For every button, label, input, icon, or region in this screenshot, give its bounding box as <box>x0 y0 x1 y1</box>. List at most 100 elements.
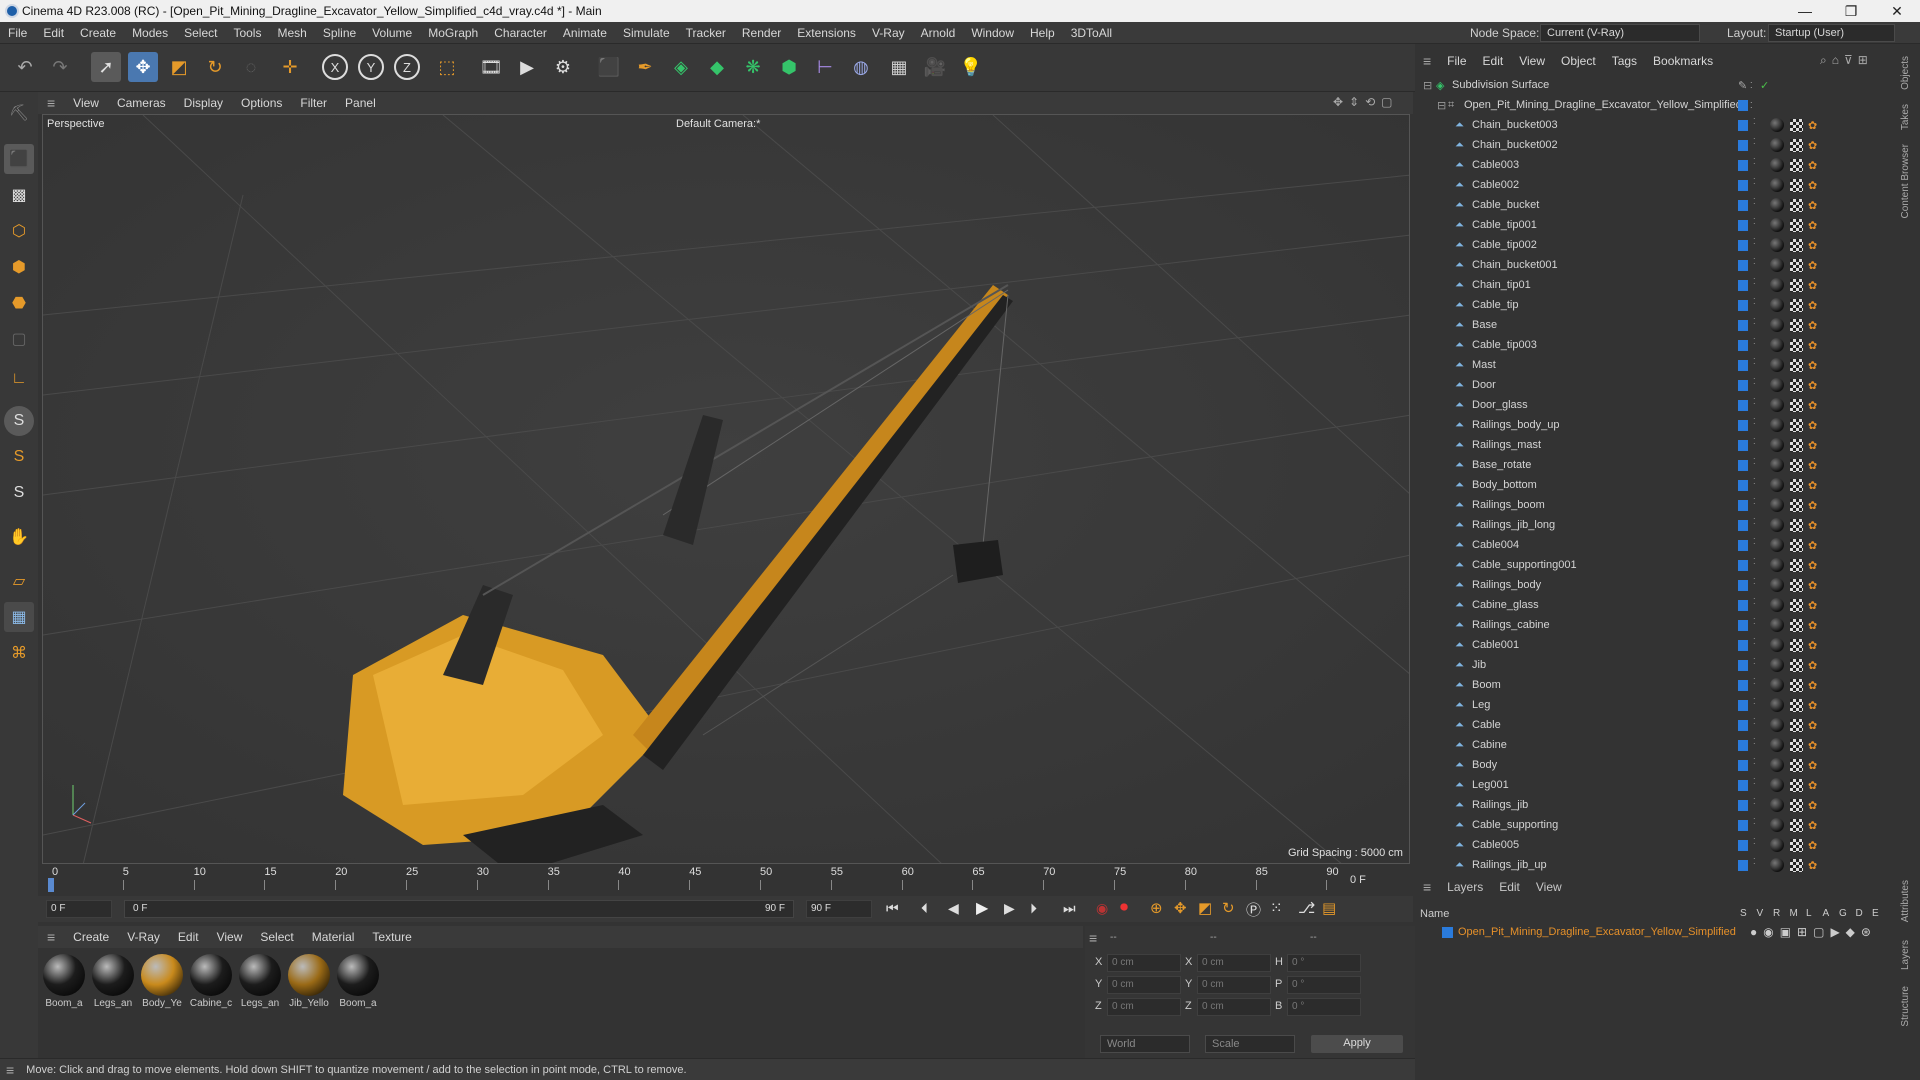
live-selection-icon[interactable]: ➚ <box>91 52 121 82</box>
menu-extensions[interactable]: Extensions <box>789 26 864 40</box>
3d-viewport[interactable]: Perspective Default Camera:* Grid Spacin… <box>42 114 1410 864</box>
object-row[interactable]: ⏶ Cable ⁚ ✿ <box>1420 715 1890 735</box>
layer-color-swatch[interactable] <box>1738 759 1748 771</box>
layer-color-swatch[interactable] <box>1738 199 1748 211</box>
grid-workplane-icon[interactable]: ▦ <box>4 602 34 632</box>
vray-tag-icon[interactable]: ✿ <box>1808 539 1817 552</box>
coord-value-field[interactable]: 0 cm <box>1197 976 1271 994</box>
material-tag-icon[interactable] <box>1770 238 1784 252</box>
snap-settings-icon[interactable]: S <box>4 442 34 472</box>
frame-range-slider[interactable]: 0 F 90 F <box>124 900 794 918</box>
menu-simulate[interactable]: Simulate <box>615 26 678 40</box>
vray-tag-icon[interactable]: ✿ <box>1808 479 1817 492</box>
vray-tag-icon[interactable]: ✿ <box>1808 439 1817 452</box>
material-tag-icon[interactable] <box>1770 658 1784 672</box>
layer-color-swatch[interactable] <box>1738 459 1748 471</box>
autokey-icon[interactable]: ⏺ <box>1120 899 1128 917</box>
visibility-dots[interactable]: ⁚ <box>1750 101 1753 110</box>
viewport-menu-display[interactable]: Display <box>175 96 232 110</box>
visibility-dots[interactable]: ⁚ <box>1753 198 1757 211</box>
object-row[interactable]: ⏶ Boom ⁚ ✿ <box>1420 675 1890 695</box>
light-bulb-icon[interactable]: 💡 <box>956 52 986 82</box>
rotation-key-icon[interactable]: ↻ <box>1222 899 1235 917</box>
texture-tag-icon[interactable] <box>1790 438 1803 452</box>
coordinate-system-icon[interactable]: ⬚ <box>432 52 462 82</box>
texture-tag-icon[interactable] <box>1790 498 1803 512</box>
layers-menu-layers[interactable]: Layers <box>1439 880 1491 894</box>
timeline-ruler[interactable]: 0 F 0 5 10 15 20 25 30 35 40 45 50 55 60 65 70 75 80 85 90 <box>38 864 1413 896</box>
material-tag-icon[interactable] <box>1770 418 1784 432</box>
visibility-dots[interactable]: ⁚ <box>1753 438 1757 451</box>
visibility-dots[interactable]: ⁚ <box>1753 558 1757 571</box>
locked-workplane-icon[interactable]: ⌘ <box>4 638 34 668</box>
texture-tag-icon[interactable] <box>1790 858 1803 872</box>
edge-mode-icon[interactable]: ⬢ <box>4 252 34 282</box>
menu-help[interactable]: Help <box>1022 26 1063 40</box>
visibility-dots[interactable]: ⁚ <box>1753 158 1757 171</box>
layer-color-swatch[interactable] <box>1738 99 1748 111</box>
vray-tag-icon[interactable]: ✿ <box>1808 239 1817 252</box>
layer-color-swatch[interactable] <box>1738 319 1748 331</box>
side-tab-structure[interactable]: Structure <box>1900 986 1920 1027</box>
vray-tag-icon[interactable]: ✿ <box>1808 139 1817 152</box>
object-row[interactable]: ⏶ Cable_supporting001 ⁚ ✿ <box>1420 555 1890 575</box>
side-tab-layers[interactable]: Layers <box>1900 940 1920 970</box>
side-tab-objects[interactable]: Objects <box>1900 56 1920 90</box>
viewport-navigation-icons[interactable]: ✥⇕⟲▢ <box>1333 95 1399 109</box>
viewport-camera-label[interactable]: Default Camera:* <box>676 118 760 130</box>
layer-color-swatch[interactable] <box>1738 539 1748 551</box>
texture-tag-icon[interactable] <box>1790 618 1803 632</box>
minimize-button[interactable]: — <box>1782 0 1828 22</box>
visibility-dots[interactable]: ⁚ <box>1753 718 1757 731</box>
object-row[interactable]: ⏶ Cable_tip001 ⁚ ✿ <box>1420 215 1890 235</box>
make-editable-icon[interactable]: ⛏ <box>4 98 34 128</box>
visibility-dots[interactable]: ⁚ <box>1750 81 1753 90</box>
recent-tools-icon[interactable]: ◌ <box>236 52 266 82</box>
layer-name[interactable]: Open_Pit_Mining_Dragline_Excavator_Yello… <box>1458 926 1736 938</box>
object-row[interactable]: ⏶ Railings_mast ⁚ ✿ <box>1420 435 1890 455</box>
object-row[interactable]: ⏶ Cabine_glass ⁚ ✿ <box>1420 595 1890 615</box>
texture-tag-icon[interactable] <box>1790 358 1803 372</box>
material-tag-icon[interactable] <box>1770 458 1784 472</box>
vray-tag-icon[interactable]: ✿ <box>1808 339 1817 352</box>
previous-frame-icon[interactable]: ◀ <box>948 900 959 917</box>
vray-tag-icon[interactable]: ✿ <box>1808 699 1817 712</box>
collapse-icon[interactable]: ⊟ <box>1423 79 1432 92</box>
texture-mode-icon[interactable]: ▩ <box>4 180 34 210</box>
menu-select[interactable]: Select <box>176 26 225 40</box>
menu-tools[interactable]: Tools <box>225 26 269 40</box>
object-menu-edit[interactable]: Edit <box>1475 54 1512 68</box>
object-menu-bookmarks[interactable]: Bookmarks <box>1645 54 1721 68</box>
y-axis-lock-icon[interactable]: Y <box>358 54 384 80</box>
snap-icon[interactable]: S <box>4 406 34 436</box>
material-tag-icon[interactable] <box>1770 758 1784 772</box>
vray-tag-icon[interactable]: ✿ <box>1808 279 1817 292</box>
keyframe-selection-icon[interactable]: ⊕ <box>1150 899 1163 917</box>
vray-tag-icon[interactable]: ✿ <box>1808 579 1817 592</box>
vray-tag-icon[interactable]: ✿ <box>1808 299 1817 312</box>
visibility-dots[interactable]: ⁚ <box>1753 378 1757 391</box>
visibility-dots[interactable]: ⁚ <box>1753 658 1757 671</box>
object-row[interactable]: ⏶ Chain_bucket003 ⁚ ✿ <box>1420 115 1890 135</box>
menu-create[interactable]: Create <box>72 26 124 40</box>
point-mode-icon[interactable]: ⬡ <box>4 216 34 246</box>
texture-tag-icon[interactable] <box>1790 338 1803 352</box>
texture-tag-icon[interactable] <box>1790 218 1803 232</box>
texture-tag-icon[interactable] <box>1790 738 1803 752</box>
model-mode-icon[interactable]: ⬛ <box>4 144 34 174</box>
visibility-dots[interactable]: ⁚ <box>1753 618 1757 631</box>
go-to-end-icon[interactable]: ⏭ <box>1063 900 1076 917</box>
object-row[interactable]: ⏶ Railings_jib_long ⁚ ✿ <box>1420 515 1890 535</box>
texture-tag-icon[interactable] <box>1790 178 1803 192</box>
vray-tag-icon[interactable]: ✿ <box>1808 179 1817 192</box>
object-row[interactable]: ⏶ Chain_bucket001 ⁚ ✿ <box>1420 255 1890 275</box>
layer-color-swatch[interactable] <box>1738 279 1748 291</box>
object-row[interactable]: ⏶ Railings_body ⁚ ✿ <box>1420 575 1890 595</box>
visibility-dots[interactable]: ⁚ <box>1753 838 1757 851</box>
material-tag-icon[interactable] <box>1770 398 1784 412</box>
texture-tag-icon[interactable] <box>1790 418 1803 432</box>
subdivision-surface-icon[interactable]: ◈ <box>666 52 696 82</box>
object-row[interactable]: ⏶ Door_glass ⁚ ✿ <box>1420 395 1890 415</box>
texture-tag-icon[interactable] <box>1790 818 1803 832</box>
layers-hamburger-icon[interactable]: ≡ <box>1415 879 1439 895</box>
